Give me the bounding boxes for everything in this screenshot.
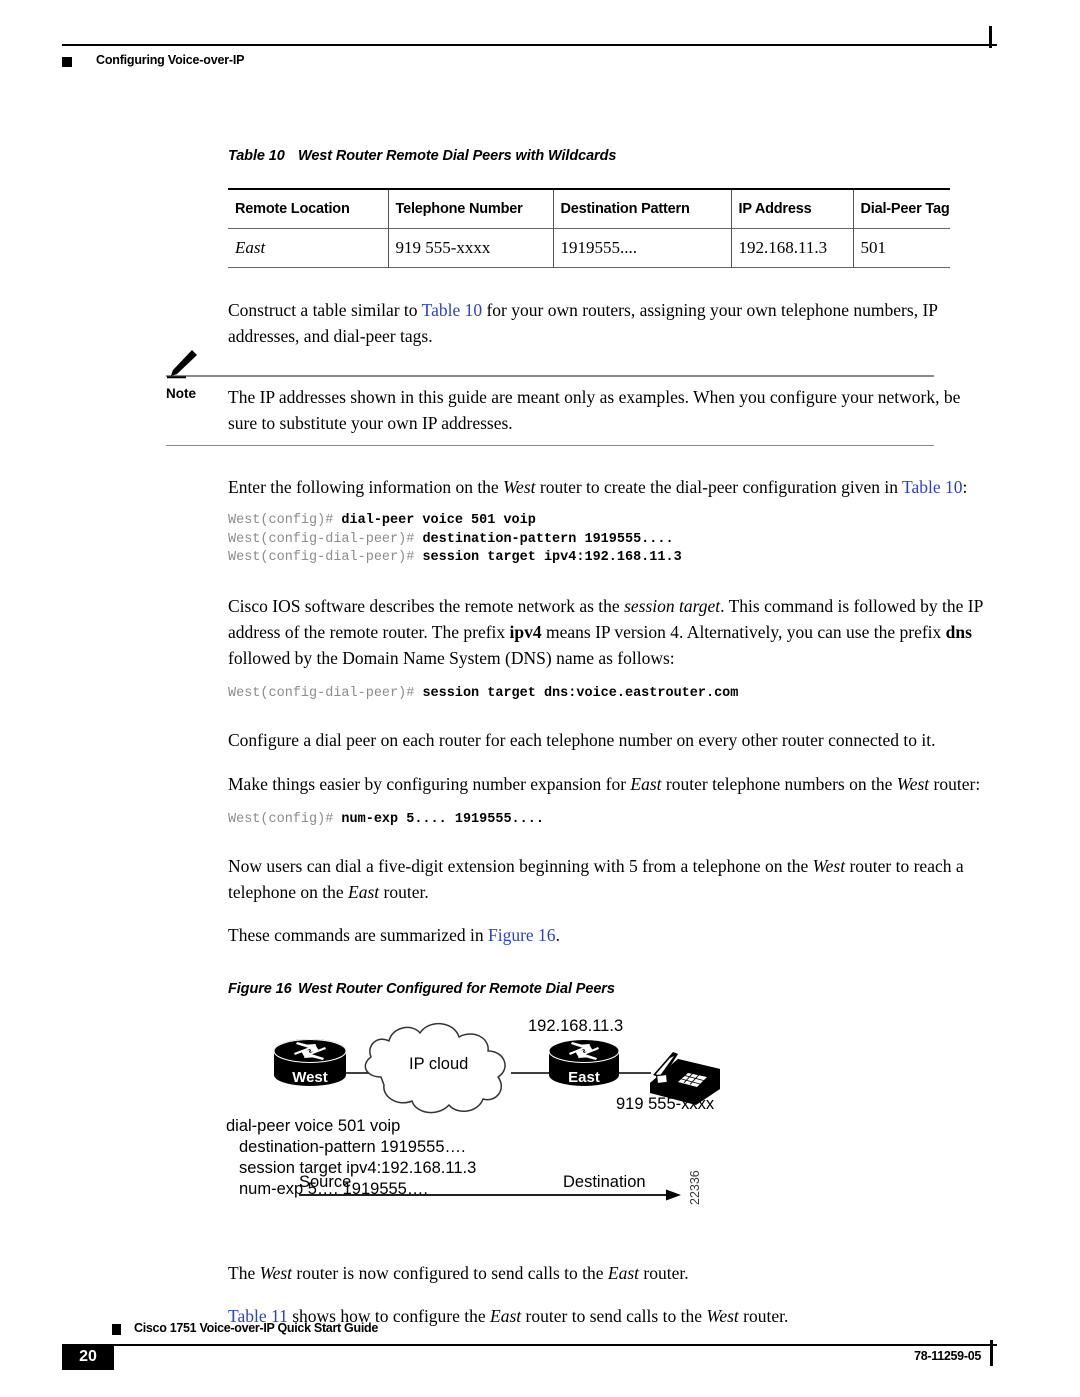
cli-command: session target ipv4:192.168.11.3: [422, 550, 682, 565]
enter-italic-west: West: [503, 477, 536, 497]
west-configured-italic-east: East: [607, 1262, 640, 1283]
enter-text-2: router to create the dial-peer configura…: [535, 477, 903, 497]
note-body: The IP addresses shown in this guide are…: [228, 377, 996, 445]
footer-bullet-square-icon: [112, 1324, 121, 1335]
make-easier-text-3: router:: [929, 774, 981, 794]
west-configured-text-1: The: [228, 1262, 260, 1283]
cell-dial-peer-tag: 501: [852, 228, 950, 268]
header-bullet-square-icon: [62, 57, 72, 67]
column-header-ip-address: IP Address: [730, 189, 853, 229]
ios-bold-dns: dns: [945, 621, 972, 642]
make-easier-italic-west: West: [896, 774, 930, 794]
figure-config-line-2: destination-pattern 1919555….: [239, 1137, 466, 1156]
figure-id-number: 22336: [688, 1169, 702, 1205]
figure-caption-number: Figure 16: [228, 980, 292, 997]
paragraph-construct-table: Construct a table similar to Table 10 fo…: [228, 297, 988, 349]
enter-text-1: Enter the following information on the: [228, 477, 504, 497]
page-content: Table 10 West Router Remote Dial Peers wi…: [166, 0, 996, 1329]
note-bottom-rule: [166, 444, 934, 446]
page-footer: Cisco 1751 Voice-over-IP Quick Start Gui…: [62, 1316, 997, 1370]
table-caption-title: West Router Remote Dial Peers with Wildc…: [298, 148, 617, 164]
note-text: The IP addresses shown in this guide are…: [228, 386, 961, 433]
page-number: 20: [79, 1348, 97, 1365]
cli-prompt: West(config-dial-peer)#: [228, 685, 423, 701]
paragraph-enter-information: Enter the following information on the W…: [228, 474, 988, 500]
west-configured-text-3: router.: [639, 1262, 689, 1283]
phone-number-label: 919 555-xxxx: [616, 1094, 715, 1113]
cli-prompt: West(config-dial-peer)#: [228, 550, 423, 565]
ip-cloud-label: IP cloud: [409, 1054, 469, 1073]
west-configured-text-2: router is now configured to send calls t…: [292, 1262, 608, 1283]
cli-block-dial-peer: West(config)# dial-peer voice 501 voip W…: [228, 512, 996, 568]
source-label: Source: [299, 1172, 352, 1191]
paragraph-summarized: These commands are summarized in Figure …: [228, 922, 996, 948]
cli-command: destination-pattern 1919555....: [422, 531, 674, 547]
figure-config-line-3: session target ipv4:192.168.11.3: [239, 1158, 477, 1177]
summarized-text-1: These commands are summarized in: [228, 924, 488, 945]
paragraph-make-easier: Make things easier by configuring number…: [228, 771, 996, 797]
paragraph-west-configured: The West router is now configured to sen…: [228, 1260, 996, 1286]
construct-text-1: Construct a table similar to: [228, 300, 422, 320]
now-users-italic-west: West: [812, 855, 846, 876]
paragraph-cisco-ios: Cisco IOS software describes the remote …: [228, 593, 996, 671]
cli-command: num-exp 5.... 1919555....: [341, 812, 544, 827]
note-label: Note: [166, 386, 196, 401]
destination-label: Destination: [563, 1172, 646, 1191]
now-users-italic-east: East: [348, 881, 380, 902]
column-header-telephone-number: Telephone Number: [387, 189, 553, 229]
cli-prompt: West(config-dial-peer)#: [228, 531, 423, 547]
figure-16-xref-link[interactable]: Figure 16: [488, 925, 556, 945]
column-header-remote-location: Remote Location: [235, 201, 350, 217]
cli-prompt: West(config)#: [228, 513, 342, 528]
column-header-dial-peer-tag: Dial-Peer Tag: [852, 189, 950, 229]
paragraph-now-users: Now users can dial a five-digit extensio…: [228, 853, 996, 905]
table-caption: Table 10 West Router Remote Dial Peers wi…: [228, 148, 996, 164]
network-diagram-figure: West East IP cloud 192.168.11.3 919 555-…: [226, 1011, 966, 1246]
pencil-icon: [166, 349, 200, 379]
ios-italic-session-target: session target: [624, 595, 721, 616]
document-number: 78-11259-05: [914, 1349, 981, 1363]
cell-destination-pattern: 1919555....: [552, 228, 731, 268]
ios-text-3: means IP version 4. Alternatively, you c…: [541, 621, 946, 642]
cell-ip-address: 192.168.11.3: [730, 228, 853, 268]
east-router-ip-address: 192.168.11.3: [528, 1016, 624, 1035]
column-header-destination-pattern: Destination Pattern: [552, 189, 731, 229]
cli-command: dial-peer voice 501 voip: [341, 513, 536, 528]
west-router-label: West: [292, 1068, 328, 1086]
enter-text-3: :: [962, 477, 968, 497]
running-header-title: Configuring Voice-over-IP: [96, 53, 245, 67]
figure-caption-title: West Router Configured for Remote Dial P…: [298, 980, 615, 997]
summarized-text-2: .: [555, 924, 560, 945]
ios-bold-ipv4: ipv4: [509, 621, 542, 642]
figure-caption: Figure 16 West Router Configured for Remo…: [228, 981, 996, 997]
west-configured-italic-west: West: [259, 1262, 293, 1283]
table-row: East 919 555-xxxx 1919555.... 192.168.11…: [228, 228, 950, 268]
ios-text-4: followed by the Domain Name System (DNS)…: [228, 647, 675, 668]
cli-prompt: West(config)#: [228, 812, 342, 827]
figure-config-line-1: dial-peer voice 501 voip: [226, 1116, 401, 1135]
table-10-xref-link-2[interactable]: Table 10: [902, 477, 963, 497]
make-easier-italic-east: East: [630, 774, 662, 794]
cli-command: session target dns:voice.eastrouter.com: [422, 685, 739, 701]
table-10-xref-link[interactable]: Table 10: [422, 300, 483, 320]
ios-text-1: Cisco IOS software describes the remote …: [228, 595, 625, 616]
make-easier-text-1: Make things easier by configuring number…: [228, 774, 631, 794]
paragraph-configure-dial-peer: Configure a dial peer on each router for…: [228, 730, 936, 750]
footer-right-tick: [990, 1340, 993, 1366]
now-users-text-1: Now users can dial a five-digit extensio…: [228, 855, 813, 876]
remote-dial-peers-table: Remote Location Telephone Number Destina…: [228, 188, 950, 268]
east-router-label: East: [568, 1068, 600, 1086]
note-block: Note The IP addresses shown in this guid…: [166, 350, 996, 446]
cli-block-num-exp: West(config)# num-exp 5.... 1919555....: [228, 811, 996, 830]
now-users-text-3: router.: [379, 881, 429, 902]
table-header-row: Remote Location Telephone Number Destina…: [228, 189, 950, 229]
cell-remote-location: East: [235, 238, 266, 257]
cli-block-dns-target: West(config-dial-peer)# session target d…: [228, 685, 996, 704]
footer-rule: [112, 1344, 997, 1346]
cell-telephone-number: 919 555-xxxx: [387, 228, 553, 268]
footer-guide-title: Cisco 1751 Voice-over-IP Quick Start Gui…: [134, 1321, 378, 1335]
table-caption-number: Table 10: [228, 148, 285, 164]
make-easier-text-2: router telephone numbers on the: [661, 774, 897, 794]
